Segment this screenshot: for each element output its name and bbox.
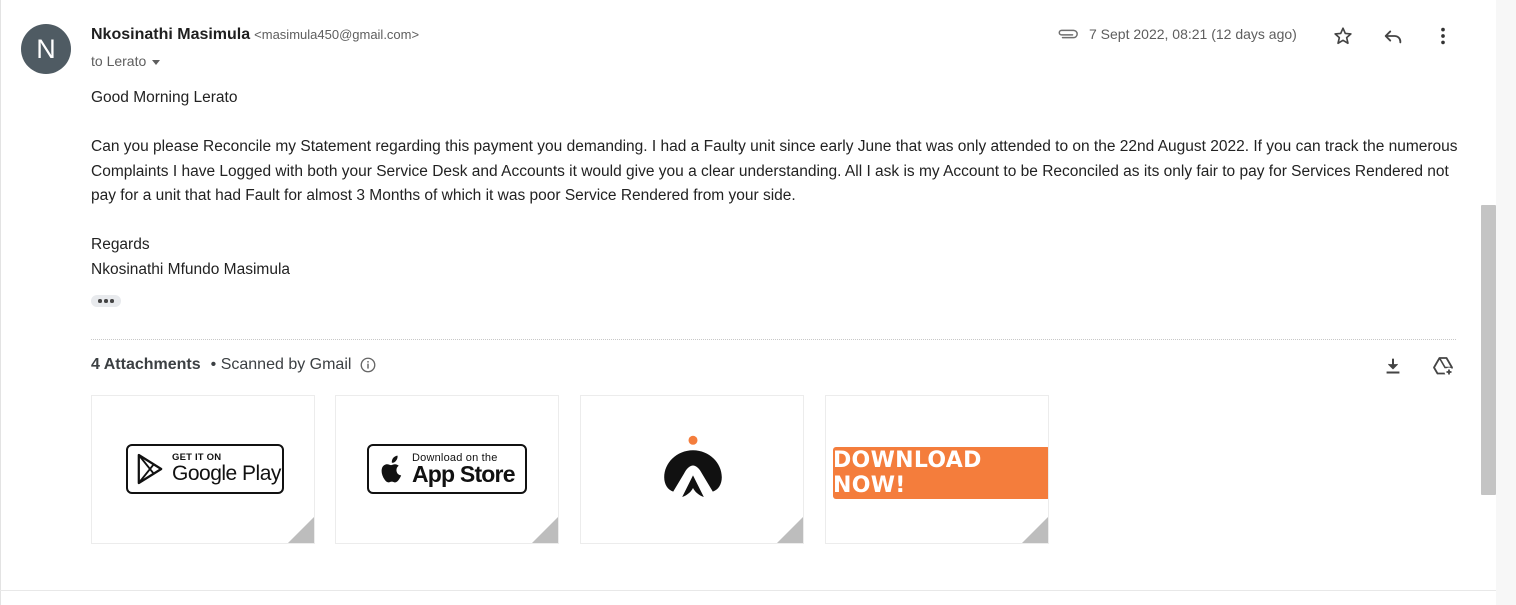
google-play-badge: GET IT ON Google Play — [126, 444, 284, 494]
message-meta: 7 Sept 2022, 08:21 (12 days ago) — [1057, 26, 1297, 42]
attachment-app-store[interactable]: Download on the App Store — [335, 395, 559, 544]
add-to-drive-icon[interactable] — [1431, 354, 1455, 378]
message-date: 7 Sept 2022, 08:21 (12 days ago) — [1089, 26, 1297, 42]
signature: Nkosinathi Mfundo Masimula — [91, 260, 291, 278]
sender-name[interactable]: Nkosinathi Masimula — [91, 26, 250, 43]
show-trimmed-content-button[interactable] — [91, 295, 121, 307]
scrollbar-track[interactable] — [1496, 0, 1516, 605]
chevron-down-icon — [152, 59, 161, 65]
avatar[interactable]: N — [21, 24, 71, 74]
greeting: Good Morning Lerato — [91, 89, 238, 106]
app-logo-icon — [664, 435, 722, 497]
info-icon[interactable] — [359, 356, 377, 374]
sender-line: Nkosinathi Masimula <masimula450@gmail.co… — [91, 26, 419, 44]
google-play-icon — [137, 453, 163, 485]
message-body: Good Morning Lerato Can you please Recon… — [91, 86, 1461, 282]
attachments-header: 4 Attachments • Scanned by Gmail — [91, 356, 377, 374]
attachment-google-play[interactable]: GET IT ON Google Play — [91, 395, 315, 544]
reply-icon[interactable] — [1381, 24, 1405, 48]
more-vert-icon[interactable] — [1431, 24, 1455, 48]
recipients-toggle[interactable]: to Lerato — [91, 53, 161, 69]
sender-email[interactable]: <masimula450@gmail.com> — [254, 27, 419, 42]
divider — [91, 339, 1456, 340]
star-icon[interactable] — [1331, 24, 1355, 48]
scanned-label: • Scanned by Gmail — [210, 356, 352, 373]
recipients-label: to Lerato — [91, 53, 147, 69]
closing: Regards — [91, 236, 150, 253]
attachment-app-logo[interactable] — [580, 395, 804, 544]
attachment-download-now[interactable]: DOWNLOAD NOW! — [825, 395, 1049, 544]
message-paragraph: Can you please Reconcile my Statement re… — [91, 138, 1458, 204]
scrollbar-thumb[interactable] — [1481, 205, 1496, 495]
attachment-icon — [1058, 29, 1078, 39]
attachments-count: 4 Attachments — [91, 356, 201, 373]
page-edge — [0, 0, 1, 605]
avatar-initial: N — [36, 33, 56, 64]
message-bottom-border — [0, 590, 1496, 591]
app-store-badge: Download on the App Store — [367, 444, 527, 494]
badge-big-text: Google Play — [172, 462, 281, 485]
download-now-banner: DOWNLOAD NOW! — [833, 447, 1048, 499]
badge-big-text: App Store — [412, 461, 516, 487]
download-all-icon[interactable] — [1381, 354, 1405, 378]
apple-icon — [381, 455, 402, 483]
